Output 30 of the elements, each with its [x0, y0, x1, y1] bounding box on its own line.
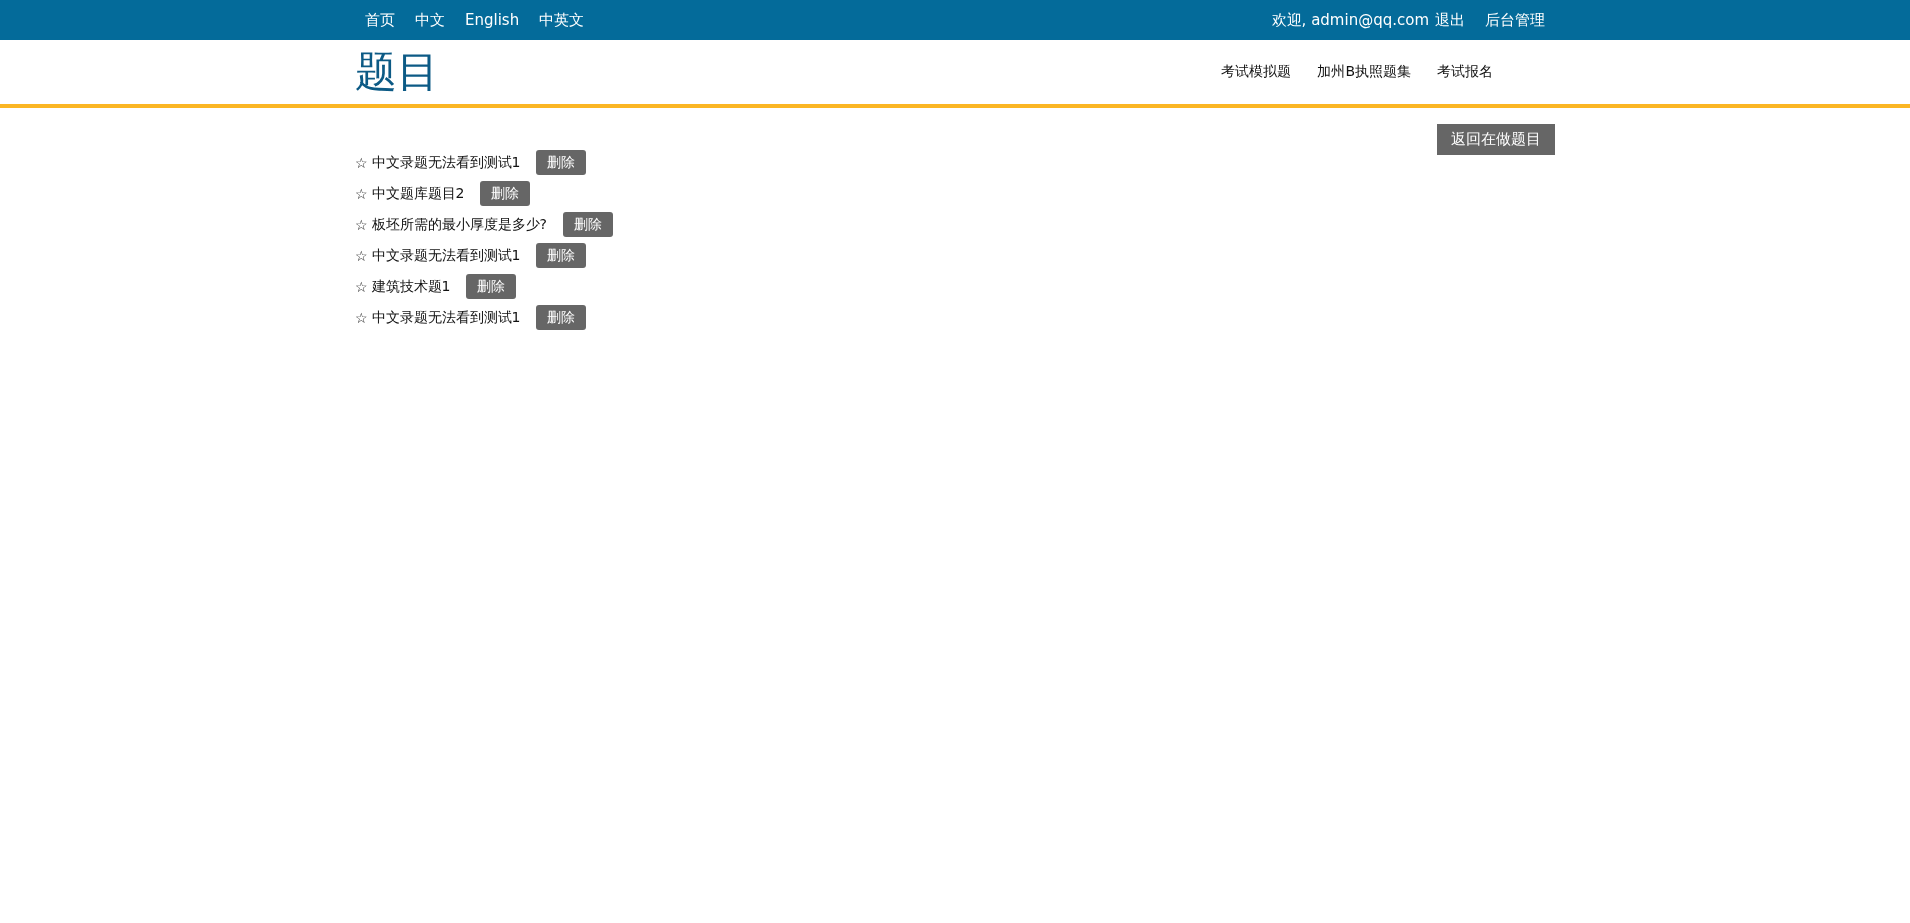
page-title: 题目 [355, 46, 439, 98]
star-icon[interactable]: ☆ [355, 247, 368, 264]
star-icon[interactable]: ☆ [355, 185, 368, 202]
question-text[interactable]: 中文录题无法看到测试1 [371, 246, 521, 265]
nav-link[interactable]: 考试报名 [1437, 63, 1493, 81]
delete-button[interactable]: 删除 [536, 150, 587, 175]
nav-link[interactable]: 中英文 [539, 10, 585, 30]
nav-link[interactable]: English [465, 10, 520, 30]
logout-link[interactable]: 退出 [1435, 10, 1465, 30]
nav-link[interactable]: 加州B执照题集 [1317, 63, 1411, 81]
delete-button[interactable]: 删除 [466, 274, 517, 299]
question-text[interactable]: 中文录题无法看到测试1 [371, 153, 521, 172]
question-text[interactable]: 中文题库题目2 [371, 184, 465, 203]
star-icon[interactable]: ☆ [355, 309, 368, 326]
delete-button[interactable]: 删除 [536, 305, 587, 330]
back-button[interactable]: 返回在做题目 [1437, 124, 1555, 155]
nav-link[interactable]: 首页 [365, 10, 395, 30]
question-text[interactable]: 板坯所需的最小厚度是多少? [371, 215, 547, 234]
admin-link[interactable]: 后台管理 [1485, 10, 1545, 30]
star-icon[interactable]: ☆ [355, 278, 368, 295]
star-icon[interactable]: ☆ [355, 216, 368, 233]
question-text[interactable]: 中文录题无法看到测试1 [371, 308, 521, 327]
nav-link[interactable]: 考试模拟题 [1221, 63, 1292, 81]
delete-button[interactable]: 删除 [563, 212, 613, 237]
delete-button[interactable]: 删除 [480, 181, 531, 206]
nav-link[interactable]: 中文 [415, 10, 445, 30]
welcome-text: 欢迎, admin@qq.com [1271, 10, 1429, 30]
delete-button[interactable]: 删除 [536, 243, 587, 268]
question-text[interactable]: 建筑技术题1 [371, 277, 451, 296]
star-icon[interactable]: ☆ [355, 154, 368, 171]
